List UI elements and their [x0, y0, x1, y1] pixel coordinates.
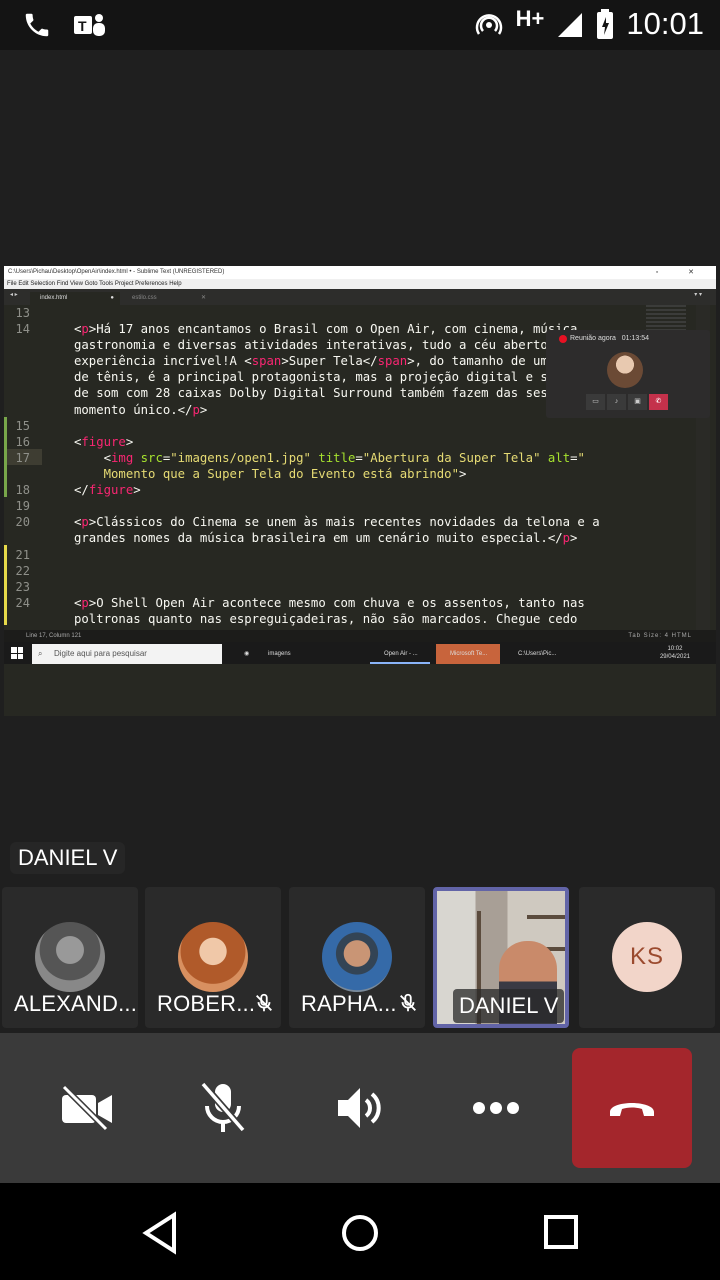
line-number: 24 — [15, 596, 30, 610]
battery-icon — [597, 9, 614, 39]
avatar — [35, 922, 105, 992]
clock: 10:01 — [626, 6, 704, 41]
tab-nav-icon: ◂ ▸ — [10, 292, 18, 298]
home-icon[interactable] — [340, 1211, 380, 1255]
camera-toggle-button[interactable] — [52, 1073, 122, 1143]
search-icon: ⌕ — [38, 649, 43, 658]
participant-tile[interactable]: RAPHA... — [289, 887, 425, 1028]
menu-bar: File Edit Selection Find View Goto Tools… — [4, 279, 716, 289]
back-icon[interactable] — [140, 1211, 180, 1255]
participant-strip: ALEXAND... ROBER... RAPHA... DANIEL V KS — [0, 887, 720, 1029]
line-number: 21 — [15, 548, 30, 562]
phone-icon — [25, 13, 49, 37]
participant-tile[interactable]: ALEXAND... — [2, 887, 138, 1028]
call-controls — [0, 1033, 720, 1183]
line-number: 22 — [15, 564, 30, 578]
taskbar-search: ⌕ Digite aqui para pesquisar — [32, 644, 222, 664]
participant-name: ROBER... — [157, 991, 256, 1016]
active-speaker-label: DANIEL V — [10, 842, 126, 874]
share-icon: ▣ — [628, 394, 647, 410]
windows-start-icon — [11, 647, 23, 659]
participant-tile[interactable]: ROBER... — [145, 887, 281, 1028]
window-title: C:\Users\Pichau\Desktop\OpenAir\index.ht… — [8, 269, 225, 275]
initials-avatar: KS — [612, 922, 682, 992]
participant-tile-active[interactable]: DANIEL V — [433, 887, 569, 1028]
taskbar-item: imagens — [268, 651, 291, 657]
mic-off-icon — [200, 1081, 246, 1133]
speaker-icon — [338, 1088, 381, 1128]
taskbar-clock: 10:02 29/04/2021 — [659, 646, 690, 660]
avatar — [178, 922, 248, 992]
line-gutter: 13 14 15 16 17 18 19 20 21 22 23 24 — [4, 305, 42, 630]
taskbar-item: Microsoft Te... — [436, 644, 500, 664]
window-controls: ▫ ✕ — [655, 269, 708, 276]
line-number: 13 — [15, 306, 30, 320]
mic-toggle-button[interactable] — [188, 1073, 258, 1143]
participant-name: RAPHA... — [301, 991, 397, 1016]
hang-up-button[interactable] — [572, 1048, 692, 1168]
avatar — [607, 352, 643, 388]
network-type: H+ — [515, 6, 545, 31]
avatar — [322, 922, 392, 992]
line-number: 14 — [15, 322, 30, 336]
hang-up-icon: ✆ — [649, 394, 668, 410]
more-icon — [473, 1102, 519, 1114]
teams-icon: T — [74, 14, 105, 36]
windows-taskbar: ⌕ Digite aqui para pesquisar ◉ imagens O… — [4, 642, 716, 664]
mini-controls: ▭ ♪ ▣ ✆ — [586, 394, 668, 410]
editor-status-bar: Line 17, Column 121 Tab Size: 4 HTML — [4, 630, 716, 642]
camera-icon: ▭ — [586, 394, 605, 410]
line-number: 15 — [15, 419, 30, 433]
camera-off-icon — [61, 1084, 112, 1132]
mic-muted-icon — [400, 993, 416, 1012]
mic-muted-icon — [256, 993, 272, 1012]
more-options-button[interactable] — [461, 1073, 531, 1143]
participant-name: DANIEL V — [453, 989, 565, 1023]
taskbar-item: Open Air - ... — [370, 644, 430, 664]
screen-share-area[interactable]: C:\Users\Pichau\Desktop\OpenAir\index.ht… — [0, 50, 720, 840]
hang-up-icon — [610, 1103, 654, 1116]
taskbar-item: C:\Users\Pic... — [518, 651, 557, 657]
line-number: 17 — [15, 451, 30, 465]
status-bar: T H+ 10:01 — [0, 0, 720, 50]
participant-tile[interactable]: KS — [579, 887, 715, 1028]
signal-icon — [558, 13, 583, 37]
tab-estilo-css: estilo.css ✕ — [132, 295, 206, 301]
line-number: 19 — [15, 499, 30, 513]
system-nav-bar — [0, 1183, 720, 1280]
tab-menu-icon: ▾ ▾ — [694, 292, 702, 298]
syntax-info: Tab Size: 4 HTML — [628, 633, 692, 639]
cursor-position: Line 17, Column 121 — [26, 633, 82, 639]
hotspot-icon — [475, 14, 502, 35]
line-number: 18 — [15, 483, 30, 497]
source-code: <p>Há 17 anos encantamos o Brasil com o … — [74, 322, 607, 626]
window-titlebar: C:\Users\Pichau\Desktop\OpenAir\index.ht… — [4, 266, 716, 279]
tab-index-html: index.html ● — [30, 292, 120, 305]
speaker-button[interactable] — [325, 1073, 395, 1143]
recents-icon[interactable] — [542, 1211, 582, 1255]
svg-text:T: T — [78, 18, 87, 34]
mini-call-window: Reunião agora 01:13:54 ▭ ♪ ▣ ✆ — [546, 330, 710, 418]
editor-tabs: ◂ ▸ index.html ● estilo.css ✕ ▾ ▾ — [4, 289, 716, 305]
line-number: 20 — [15, 515, 30, 529]
participant-name: ALEXAND... — [14, 991, 138, 1016]
line-number: 16 — [15, 435, 30, 449]
mic-icon: ♪ — [607, 394, 626, 410]
line-number: 23 — [15, 580, 30, 594]
edge-icon: ◉ — [244, 651, 250, 657]
